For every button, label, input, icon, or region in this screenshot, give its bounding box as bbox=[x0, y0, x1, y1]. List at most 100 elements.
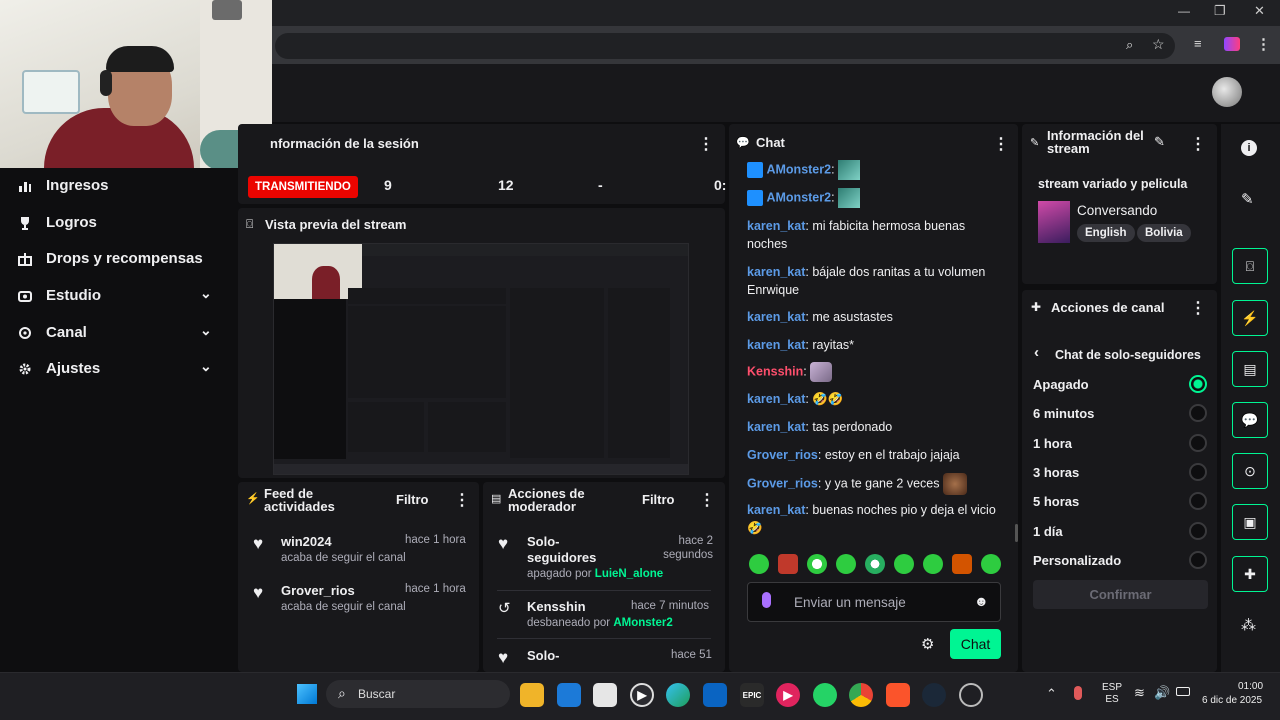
microphone-tray-icon[interactable] bbox=[1074, 686, 1082, 700]
sidebar-item-ajustes[interactable]: Ajustes ⌄ bbox=[18, 358, 218, 377]
chat-settings-icon[interactable]: ⚙ bbox=[921, 635, 934, 653]
zoom-icon[interactable]: ⌕ bbox=[1126, 37, 1133, 53]
add-action-icon[interactable]: ⁂ bbox=[1241, 616, 1256, 634]
video-app-icon[interactable]: ▶ bbox=[776, 683, 800, 707]
radio-5-horas[interactable] bbox=[1189, 492, 1207, 510]
chat-username[interactable]: karen_kat bbox=[747, 392, 805, 406]
chat-username[interactable]: AMonster2 bbox=[766, 162, 831, 176]
filter-button[interactable]: Filtro bbox=[396, 492, 429, 507]
emote-icon[interactable] bbox=[952, 554, 972, 574]
chat-send-button[interactable]: Chat bbox=[950, 629, 1001, 659]
tag-bolivia[interactable]: Bolivia bbox=[1137, 224, 1191, 242]
quick-action-boost[interactable]: ⚡ bbox=[1232, 300, 1268, 336]
sidebar-item-drops[interactable]: Drops y recompensas bbox=[18, 250, 203, 267]
emote-icon[interactable] bbox=[836, 554, 856, 574]
more-options-icon[interactable]: ⋮ bbox=[699, 490, 715, 510]
emoji-icon[interactable]: ☻ bbox=[974, 593, 989, 609]
quick-action-ad[interactable]: ▣ bbox=[1232, 504, 1268, 540]
emote-icon[interactable] bbox=[807, 554, 827, 574]
browser-menu-icon[interactable]: ⋮ bbox=[1256, 35, 1271, 53]
confirm-button[interactable]: Confirmar bbox=[1033, 580, 1208, 609]
chat-username[interactable]: Grover_rios bbox=[747, 448, 818, 462]
more-options-icon[interactable]: ⋮ bbox=[993, 134, 1009, 154]
media-player-icon[interactable]: ▶ bbox=[630, 683, 654, 707]
emote-icon[interactable] bbox=[981, 554, 1001, 574]
close-button[interactable]: ✕ bbox=[1254, 3, 1265, 19]
emote-icon[interactable] bbox=[778, 554, 798, 574]
clock-time[interactable]: 01:00 bbox=[1238, 681, 1263, 692]
mod-action-title[interactable]: Kensshin bbox=[527, 599, 586, 614]
chat-username[interactable]: karen_kat bbox=[747, 219, 805, 233]
battery-icon[interactable] bbox=[1176, 687, 1190, 696]
quick-action-chat[interactable]: 💬 bbox=[1232, 402, 1268, 438]
info-icon[interactable]: i bbox=[1241, 140, 1257, 156]
sidebar-item-canal[interactable]: Canal ⌄ bbox=[18, 322, 218, 341]
emote-icon[interactable] bbox=[865, 554, 885, 574]
stream-preview-video[interactable] bbox=[273, 243, 689, 475]
radio-6-minutos[interactable] bbox=[1189, 404, 1207, 422]
radio-1-dia[interactable] bbox=[1189, 522, 1207, 540]
feed-user[interactable]: win2024 bbox=[281, 534, 332, 549]
brave-icon[interactable] bbox=[886, 683, 910, 707]
mod-action-title[interactable]: Solo-seguidores bbox=[527, 534, 617, 566]
chevron-down-icon[interactable]: ⌄ bbox=[200, 285, 212, 302]
emote-icon[interactable] bbox=[894, 554, 914, 574]
chat-input[interactable]: Enviar un mensaje ☻ bbox=[747, 582, 1001, 622]
more-options-icon[interactable]: ⋮ bbox=[454, 490, 470, 510]
chat-username[interactable]: karen_kat bbox=[747, 420, 805, 434]
feed-user[interactable]: Grover_rios bbox=[281, 583, 355, 598]
chrome-icon[interactable] bbox=[849, 683, 873, 707]
app-icon[interactable] bbox=[959, 683, 983, 707]
chat-username[interactable]: karen_kat bbox=[747, 265, 805, 279]
clock-date[interactable]: 6 dic de 2025 bbox=[1202, 695, 1262, 706]
chat-username[interactable]: karen_kat bbox=[747, 338, 805, 352]
wifi-icon[interactable]: ≋ bbox=[1134, 685, 1145, 701]
restore-button[interactable]: ❐ bbox=[1214, 3, 1226, 19]
radio-3-horas[interactable] bbox=[1189, 463, 1207, 481]
microphone-icon[interactable] bbox=[762, 592, 771, 608]
chevron-down-icon[interactable]: ⌄ bbox=[200, 322, 212, 339]
whatsapp-icon[interactable] bbox=[813, 683, 837, 707]
quick-action-wrench[interactable]: ✚ bbox=[1232, 556, 1268, 592]
chat-username[interactable]: Kensshin bbox=[747, 364, 803, 378]
quick-action-notes[interactable]: ▤ bbox=[1232, 351, 1268, 387]
outlook-icon[interactable] bbox=[703, 683, 727, 707]
quick-action-clip[interactable]: ⌼ bbox=[1232, 248, 1268, 284]
chevron-up-icon[interactable]: ⌃ bbox=[1046, 686, 1057, 702]
radio-personalizado[interactable] bbox=[1189, 551, 1207, 569]
chat-username[interactable]: Grover_rios bbox=[747, 476, 818, 490]
steam-icon[interactable] bbox=[922, 683, 946, 707]
more-options-icon[interactable]: ⋮ bbox=[1190, 298, 1206, 318]
chat-username[interactable]: AMonster2 bbox=[766, 190, 831, 204]
more-options-icon[interactable]: ⋮ bbox=[1190, 134, 1206, 154]
address-bar[interactable] bbox=[275, 33, 1175, 59]
windows-start-icon[interactable] bbox=[297, 684, 317, 704]
edit-icon[interactable]: ✎ bbox=[1154, 134, 1165, 150]
epic-games-icon[interactable]: EPIC bbox=[740, 683, 764, 707]
back-chevron-icon[interactable]: ‹ bbox=[1034, 344, 1039, 361]
playlist-icon[interactable]: ≡ bbox=[1194, 36, 1202, 51]
radio-apagado[interactable] bbox=[1189, 375, 1207, 393]
star-icon[interactable]: ☆ bbox=[1152, 36, 1165, 53]
store-icon[interactable] bbox=[593, 683, 617, 707]
chat-scrollbar[interactable] bbox=[1015, 524, 1018, 542]
emote-icon[interactable] bbox=[923, 554, 943, 574]
taskbar-search[interactable]: ⌕ Buscar bbox=[326, 680, 510, 708]
filter-button[interactable]: Filtro bbox=[642, 492, 675, 507]
more-options-icon[interactable]: ⋮ bbox=[698, 134, 714, 154]
photos-icon[interactable] bbox=[557, 683, 581, 707]
radio-1-hora[interactable] bbox=[1189, 434, 1207, 452]
file-explorer-icon[interactable] bbox=[520, 683, 544, 707]
emote-icon[interactable] bbox=[749, 554, 769, 574]
quick-action-broadcast[interactable]: ⊙ bbox=[1232, 453, 1268, 489]
sidebar-item-estudio[interactable]: Estudio ⌄ bbox=[18, 285, 218, 304]
language-indicator[interactable]: ESP ES bbox=[1102, 682, 1122, 706]
chat-username[interactable]: karen_kat bbox=[747, 310, 805, 324]
sidebar-item-logros[interactable]: Logros bbox=[18, 214, 97, 231]
volume-icon[interactable]: 🔊 bbox=[1154, 685, 1170, 701]
edge-icon[interactable] bbox=[666, 683, 690, 707]
category-name[interactable]: Conversando bbox=[1077, 203, 1157, 218]
extension-icon[interactable] bbox=[1224, 37, 1240, 51]
chat-username[interactable]: karen_kat bbox=[747, 503, 805, 517]
chevron-down-icon[interactable]: ⌄ bbox=[200, 358, 212, 375]
